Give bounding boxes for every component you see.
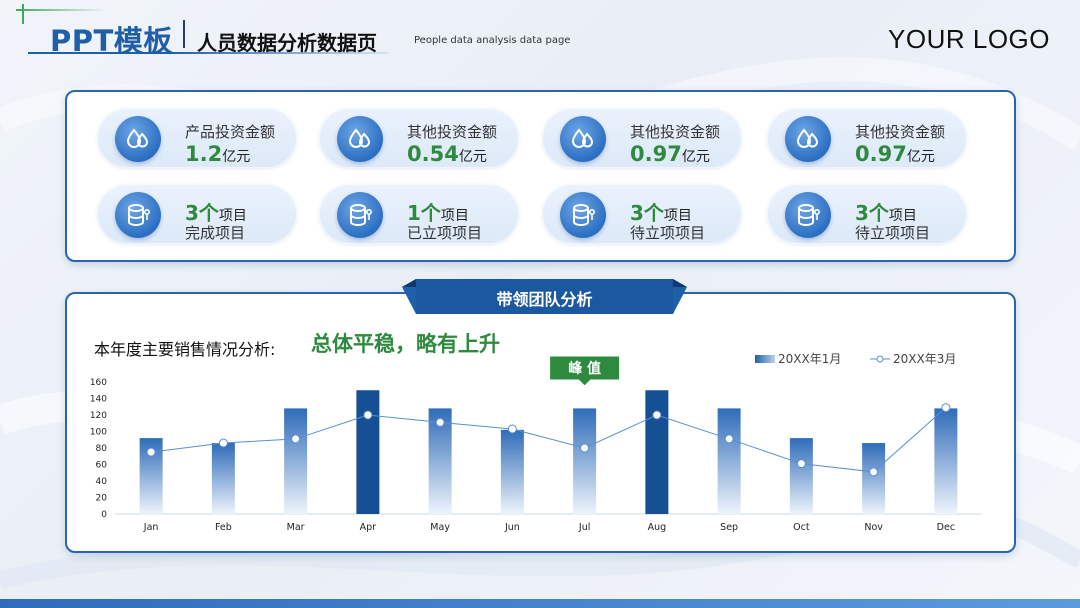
sales-chart: 0 20 40 60 80 100 120 140 160 Jan Feb Mar Apr May Jun J…: [90, 355, 982, 533]
investment-value: 1.2亿元: [185, 142, 251, 166]
investment-card: 其他投资金额 0.97亿元: [767, 108, 967, 168]
analysis-conclusion: 总体平稳，略有上升: [311, 332, 500, 356]
company-logo: YOUR LOGO: [888, 24, 1050, 54]
x-tick-label: Sep: [720, 522, 738, 533]
y-tick-label: 0: [101, 510, 107, 520]
investment-value: 0.54亿元: [407, 142, 487, 166]
project-label: 待立项项目: [855, 224, 931, 242]
legend-bar-series: 20XX年1月: [755, 350, 841, 367]
page-subtitle: People data analysis data page: [414, 35, 571, 46]
x-tick-label: May: [430, 522, 450, 533]
line-point-oct: [796, 459, 806, 469]
investment-card: 其他投资金额 0.54亿元: [319, 108, 519, 168]
line-point-mar: [291, 434, 301, 444]
analysis-label: 本年度主要销售情况分析:: [94, 340, 276, 359]
investment-label: 其他投资金额: [630, 123, 721, 141]
line-point-jul: [580, 443, 590, 453]
peak-label: 峰 值: [568, 360, 601, 377]
bar-nov: [862, 443, 886, 514]
y-tick-label: 100: [90, 428, 107, 438]
legend-bar-swatch: [755, 354, 775, 363]
bar-jun: [500, 429, 524, 514]
x-tick-label: Jul: [578, 522, 590, 533]
legend-line-swatch: [870, 355, 890, 362]
title-divider: [183, 20, 185, 48]
line-point-sep: [724, 434, 734, 444]
project-label: 待立项项目: [630, 224, 706, 242]
database-icon: [785, 192, 831, 238]
x-tick-label: Aug: [648, 522, 667, 533]
project-card: 3个项目 待立项项目: [767, 184, 967, 244]
project-label: 完成项目: [185, 224, 246, 242]
line-series-path: [151, 407, 947, 473]
bar-jul: [573, 408, 597, 514]
project-card: 3个项目 完成项目: [97, 184, 297, 244]
project-label: 已立项项目: [407, 224, 483, 242]
database-icon: [560, 192, 606, 238]
line-point-jun: [507, 424, 517, 434]
x-tick-label: Mar: [287, 522, 305, 533]
y-tick-label: 160: [90, 378, 107, 388]
footer-bar: [0, 599, 1080, 608]
investment-card: 产品投资金额 1.2亿元: [97, 108, 297, 168]
bar-sep: [717, 408, 741, 514]
bar-dec: [934, 408, 958, 514]
database-icon: [115, 192, 161, 238]
x-tick-label: Jan: [143, 522, 159, 533]
header-accent-horizontal: [16, 9, 106, 11]
line-point-aug: [652, 410, 662, 420]
y-tick-label: 40: [96, 477, 108, 487]
line-point-feb: [218, 438, 228, 448]
y-tick-label: 80: [96, 444, 108, 454]
legend-line-series: 20XX年3月: [870, 350, 956, 367]
investment-value: 0.97亿元: [855, 142, 935, 166]
water-drop-icon: [785, 116, 831, 162]
y-tick-label: 60: [96, 461, 108, 471]
header-underline: [28, 52, 388, 54]
x-tick-label: Oct: [793, 522, 810, 533]
y-tick-label: 140: [90, 395, 107, 405]
line-point-jan: [146, 447, 156, 457]
investment-label: 产品投资金额: [185, 123, 276, 141]
legend-label: 20XX年1月: [778, 352, 842, 366]
database-icon: [337, 192, 383, 238]
investment-label: 其他投资金额: [855, 123, 946, 141]
bar-oct: [789, 438, 813, 514]
bar-aug: [645, 390, 669, 514]
x-tick-label: Feb: [215, 522, 232, 533]
x-tick-label: Nov: [864, 522, 883, 533]
water-drop-icon: [115, 116, 161, 162]
line-point-dec: [941, 403, 951, 413]
investment-value: 0.97亿元: [630, 142, 710, 166]
investment-card: 其他投资金额 0.97亿元: [542, 108, 742, 168]
investment-label: 其他投资金额: [407, 123, 498, 141]
line-point-apr: [363, 410, 373, 420]
y-tick-label: 20: [96, 494, 108, 504]
line-point-may: [435, 417, 445, 427]
header-accent-vertical: [22, 4, 24, 24]
stats-panel: 产品投资金额 1.2亿元 其他投资金额 0.54亿元 其他投资金额 0.97亿元…: [65, 90, 1016, 262]
x-tick-label: Jun: [504, 522, 520, 533]
legend-label: 20XX年3月: [893, 352, 957, 366]
bar-feb: [211, 443, 235, 514]
x-tick-label: Apr: [360, 522, 377, 533]
project-card: 3个项目 待立项项目: [542, 184, 742, 244]
bar-mar: [284, 408, 308, 514]
bar-apr: [356, 390, 380, 514]
section-title: 带领团队分析: [496, 290, 593, 309]
project-card: 1个项目 已立项项目: [319, 184, 519, 244]
y-tick-label: 120: [90, 411, 107, 421]
line-point-nov: [869, 467, 879, 477]
x-tick-label: Dec: [937, 522, 955, 533]
water-drop-icon: [560, 116, 606, 162]
water-drop-icon: [337, 116, 383, 162]
